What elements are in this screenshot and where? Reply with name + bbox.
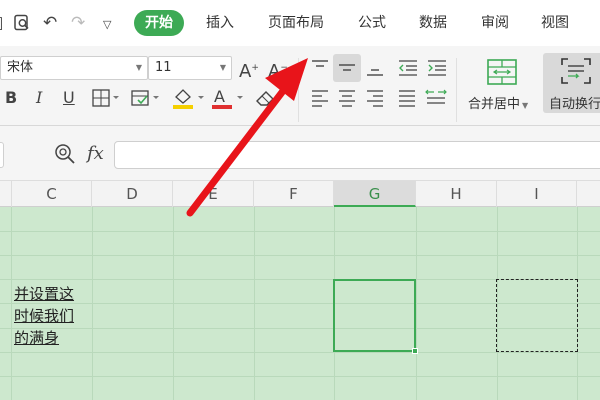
tab-home[interactable]: 开始: [134, 10, 184, 36]
formula-bar: fx: [0, 126, 600, 180]
tab-page-layout[interactable]: 页面布局: [268, 14, 324, 32]
align-right-icon[interactable]: [365, 88, 385, 108]
decrease-font-size-icon[interactable]: A−: [268, 58, 288, 82]
increase-font-size-icon[interactable]: A+: [239, 58, 259, 82]
font-size-select[interactable]: 11 ▼: [148, 56, 232, 80]
ribbon-separator: [456, 58, 457, 122]
cell-text-line: 时候我们: [14, 307, 75, 325]
fill-color-icon[interactable]: [172, 87, 206, 114]
align-top-icon[interactable]: [310, 58, 330, 78]
cell-text-line: 并设置这: [14, 285, 75, 303]
svg-text:A: A: [214, 87, 225, 106]
fill-handle[interactable]: [412, 348, 418, 354]
undo-icon[interactable]: ↶: [43, 14, 57, 32]
align-middle-icon[interactable]: [337, 58, 357, 78]
chevron-down-icon: ▼: [522, 101, 529, 110]
chevron-down-icon: ▼: [219, 63, 226, 72]
column-header-h[interactable]: H: [416, 181, 497, 207]
tab-insert[interactable]: 插入: [206, 14, 234, 32]
align-bottom-icon[interactable]: [365, 58, 385, 78]
column-header-e[interactable]: E: [173, 181, 254, 207]
copy-marquee-cell-i[interactable]: [496, 279, 578, 352]
menu-bar: ▯ ↶ ↷ ▽ 开始 插入 页面布局 公式 数据 审阅 视图: [0, 0, 600, 46]
zoom-function-icon[interactable]: [54, 143, 76, 169]
align-center-icon[interactable]: [337, 88, 357, 108]
bold-icon[interactable]: B: [5, 88, 17, 108]
font-name-select[interactable]: 宋体 ▼: [0, 56, 148, 80]
justify-icon[interactable]: [397, 88, 417, 108]
insert-function-icon[interactable]: fx: [87, 143, 104, 164]
tab-view[interactable]: 视图: [541, 14, 569, 32]
save-icon[interactable]: ▯: [0, 14, 3, 32]
wrap-text-button[interactable]: 自动换行: [549, 93, 600, 112]
active-cell-g[interactable]: [333, 279, 418, 354]
merge-center-icon[interactable]: [486, 58, 518, 91]
chevron-down-icon: ▼: [135, 63, 142, 72]
print-preview-icon[interactable]: [13, 14, 31, 36]
ribbon-separator: [298, 58, 299, 122]
column-header-f[interactable]: F: [254, 181, 334, 207]
merge-center-label: 合并居中: [468, 97, 521, 112]
column-header-d[interactable]: D: [92, 181, 173, 207]
cell-style-icon[interactable]: [131, 89, 161, 112]
font-size-value: 11: [155, 60, 172, 75]
tab-data[interactable]: 数据: [419, 14, 447, 32]
tab-formulas[interactable]: 公式: [358, 14, 386, 32]
font-color-icon[interactable]: A: [211, 87, 245, 114]
column-header-c[interactable]: C: [12, 181, 92, 207]
cell-text-line: 的满身: [14, 329, 60, 347]
customize-icon[interactable]: ▽: [103, 16, 111, 34]
redo-icon[interactable]: ↷: [71, 14, 85, 32]
tab-review[interactable]: 审阅: [481, 14, 509, 32]
increase-indent-icon[interactable]: [426, 58, 448, 78]
formula-input[interactable]: [114, 141, 600, 169]
align-left-icon[interactable]: [310, 88, 330, 108]
column-header-i[interactable]: I: [497, 181, 577, 207]
column-header-b[interactable]: [0, 181, 12, 207]
cell-c-text[interactable]: 并设置这 时候我们 的满身: [14, 283, 94, 349]
name-box[interactable]: [0, 142, 4, 168]
column-header-j[interactable]: [577, 181, 600, 207]
column-header-row: C D E F G H I: [0, 180, 600, 207]
merge-center-button[interactable]: 合并居中 ▼: [468, 93, 528, 112]
column-header-g[interactable]: G: [334, 181, 416, 207]
wrap-text-icon[interactable]: [560, 57, 592, 90]
underline-icon[interactable]: U: [63, 88, 75, 108]
worksheet-grid[interactable]: 并设置这 时候我们 的满身: [0, 207, 600, 400]
italic-icon[interactable]: I: [36, 88, 42, 108]
decrease-indent-icon[interactable]: [397, 58, 419, 78]
borders-icon[interactable]: [92, 89, 120, 112]
font-name-value: 宋体: [7, 60, 34, 75]
eraser-icon[interactable]: [254, 88, 278, 113]
distributed-align-icon[interactable]: [425, 86, 447, 108]
